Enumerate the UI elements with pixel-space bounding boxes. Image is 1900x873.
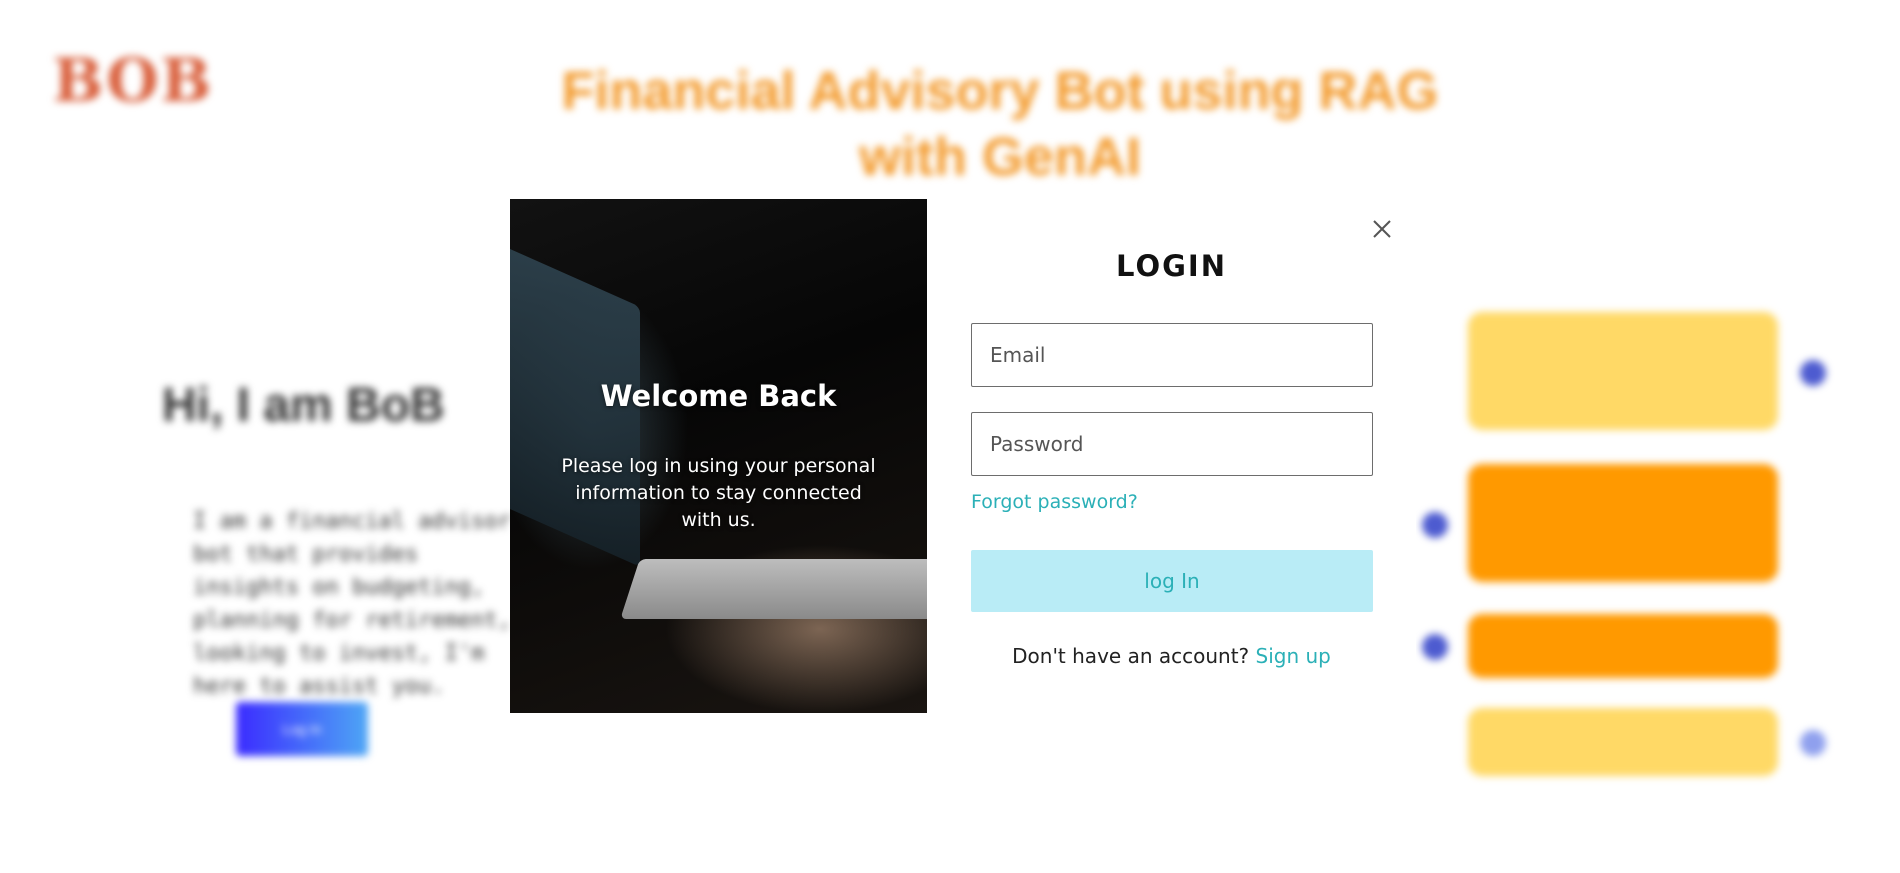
chat-bubble xyxy=(1468,312,1778,430)
forgot-password-link[interactable]: Forgot password? xyxy=(971,491,1138,513)
chat-bubble xyxy=(1468,614,1778,678)
welcome-text: Welcome Back Please log in using your pe… xyxy=(510,379,927,534)
chat-avatar-dot xyxy=(1800,360,1826,386)
login-button[interactable]: log In xyxy=(971,550,1373,612)
laptop-keyboard-image xyxy=(620,559,927,619)
login-title: LOGIN xyxy=(1116,249,1227,283)
chat-bubble xyxy=(1468,708,1778,776)
chat-bubble xyxy=(1468,464,1778,582)
chat-avatar-dot xyxy=(1422,512,1448,538)
bob-logo: BOB xyxy=(52,46,214,116)
welcome-subtitle: Please log in using your personal inform… xyxy=(561,455,876,531)
chat-avatar-dot xyxy=(1422,634,1448,660)
hero-login-button[interactable]: Log In xyxy=(236,702,368,756)
welcome-title: Welcome Back xyxy=(600,379,837,413)
signup-link[interactable]: Sign up xyxy=(1256,644,1331,668)
welcome-panel: Welcome Back Please log in using your pe… xyxy=(510,199,927,713)
close-icon xyxy=(1373,220,1391,238)
close-button[interactable] xyxy=(1370,217,1394,241)
signup-prompt: Don't have an account? xyxy=(1012,644,1250,668)
hero-description: I am a financial advisor bot that provid… xyxy=(193,509,511,699)
site-title: Financial Advisory Bot using RAG with Ge… xyxy=(561,61,1439,187)
email-field[interactable] xyxy=(971,323,1373,387)
hero-heading: Hi, I am BoB xyxy=(162,379,445,432)
chat-avatar-dot xyxy=(1800,730,1826,756)
login-modal: Welcome Back Please log in using your pe… xyxy=(510,199,1416,713)
login-form: LOGIN Forgot password? log In Don't have… xyxy=(927,199,1416,713)
signup-row: Don't have an account? Sign up xyxy=(927,644,1416,668)
password-field[interactable] xyxy=(971,412,1373,476)
